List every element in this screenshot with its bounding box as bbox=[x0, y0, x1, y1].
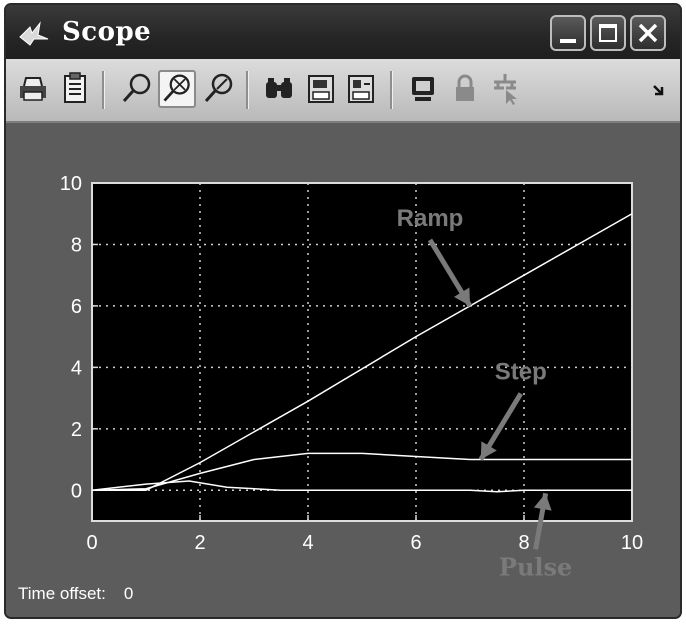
minimize-button[interactable] bbox=[550, 15, 586, 51]
print-icon bbox=[20, 77, 46, 101]
x-tick-label: 2 bbox=[194, 532, 205, 554]
toolbar-separator bbox=[390, 71, 393, 109]
restore-axes-icon bbox=[348, 75, 374, 103]
x-tick-label: 8 bbox=[518, 532, 529, 554]
dock-arrow-icon bbox=[653, 85, 664, 96]
parameters-icon bbox=[64, 72, 86, 103]
floating-scope-button[interactable] bbox=[404, 70, 442, 108]
close-icon bbox=[638, 23, 658, 43]
window-title: Scope bbox=[62, 17, 152, 47]
annotation-label-pulse: Pulse bbox=[499, 552, 572, 581]
parameters-button[interactable] bbox=[56, 70, 94, 108]
zoom-y-icon bbox=[204, 73, 233, 103]
annotation-label-ramp: Ramp bbox=[397, 205, 464, 232]
lock-button[interactable] bbox=[446, 70, 484, 108]
time-offset-value: 0 bbox=[123, 584, 134, 603]
signal-selection-button[interactable] bbox=[486, 70, 524, 108]
time-offset-label: Time offset: bbox=[18, 584, 106, 603]
zoom-x-icon bbox=[163, 74, 190, 102]
y-tick-label: 10 bbox=[60, 173, 82, 195]
zoom-y-button[interactable] bbox=[200, 70, 238, 108]
x-tick-label: 10 bbox=[621, 532, 643, 554]
dock-arrow-button[interactable] bbox=[640, 70, 678, 108]
autoscale-button[interactable] bbox=[260, 70, 298, 108]
signal-selection-icon bbox=[494, 74, 517, 105]
x-tick-label: 6 bbox=[410, 532, 421, 554]
zoom-x-button[interactable] bbox=[158, 70, 196, 108]
maximize-icon bbox=[599, 24, 617, 42]
zoom-button[interactable] bbox=[118, 70, 156, 108]
restore-axes-button[interactable] bbox=[342, 70, 380, 108]
annotation-label-step: Step bbox=[495, 359, 547, 386]
lock-icon bbox=[456, 74, 474, 101]
simulink-scope-icon bbox=[19, 21, 49, 46]
y-tick-label: 4 bbox=[71, 357, 82, 379]
scope-window: Scope 0 2 4 6 8 10 0 2 4 6 8 10 Ramp Ste… bbox=[4, 3, 682, 619]
scope-plot[interactable]: 0 2 4 6 8 10 0 2 4 6 8 10 Ramp Step Pulse bbox=[6, 123, 680, 617]
print-button[interactable] bbox=[14, 70, 52, 108]
y-tick-label: 8 bbox=[71, 234, 82, 256]
save-axes-button[interactable] bbox=[302, 70, 340, 108]
toolbar-separator bbox=[102, 71, 105, 109]
plot-area: 0 2 4 6 8 10 0 2 4 6 8 10 Ramp Step Pulse bbox=[6, 123, 680, 617]
y-tick-label: 2 bbox=[71, 419, 82, 441]
minimize-icon bbox=[560, 39, 576, 43]
y-tick-label: 6 bbox=[71, 296, 82, 318]
save-axes-icon bbox=[308, 75, 334, 103]
time-offset-status: Time offset: 0 bbox=[18, 584, 133, 604]
plot-background bbox=[91, 182, 633, 522]
close-button[interactable] bbox=[630, 15, 666, 51]
toolbar bbox=[6, 59, 680, 123]
floating-scope-icon bbox=[412, 77, 434, 101]
toolbar-separator bbox=[246, 71, 249, 109]
x-tick-label: 0 bbox=[86, 532, 97, 554]
autoscale-icon bbox=[266, 78, 292, 98]
x-tick-label: 4 bbox=[302, 532, 313, 554]
zoom-icon bbox=[122, 73, 151, 103]
maximize-button[interactable] bbox=[590, 15, 626, 51]
title-bar[interactable]: Scope bbox=[6, 5, 680, 59]
y-tick-label: 0 bbox=[71, 480, 82, 502]
